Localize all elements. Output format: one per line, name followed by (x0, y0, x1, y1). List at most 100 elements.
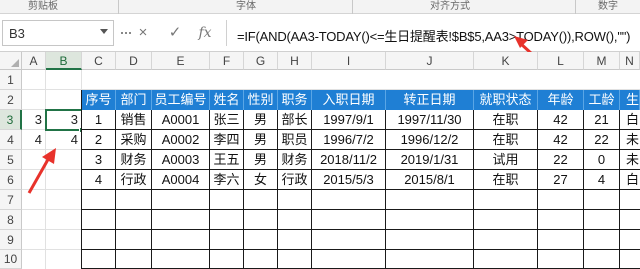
table-cell[interactable]: 1996/7/2 (312, 130, 386, 150)
table-empty-cell[interactable] (620, 210, 640, 230)
row-header-10[interactable]: 10 (0, 250, 22, 269)
table-empty-cell[interactable] (82, 210, 116, 230)
row-header-1[interactable]: 1 (0, 70, 22, 90)
fx-icon[interactable]: fx (194, 23, 216, 43)
table-empty-cell[interactable] (584, 210, 620, 230)
table-cell[interactable]: 白 (620, 110, 640, 130)
table-cell[interactable]: 1996/12/2 (386, 130, 474, 150)
formula-input[interactable]: =IF(AND(AA3-TODAY()<=生日提醒表!$B$5,AA3>TODA… (226, 20, 640, 46)
table-cell[interactable]: 职员 (278, 130, 312, 150)
table-header-cell[interactable]: 职务 (278, 90, 312, 110)
table-empty-cell[interactable] (620, 190, 640, 210)
table-header-cell[interactable]: 姓名 (210, 90, 244, 110)
table-empty-cell[interactable] (584, 250, 620, 269)
table-header-cell[interactable]: 性别 (244, 90, 278, 110)
cell-b3[interactable]: 3 (46, 110, 81, 130)
table-cell[interactable]: 在职 (474, 110, 538, 130)
table-header-cell[interactable]: 就职状态 (474, 90, 538, 110)
name-box-dropdown-icon[interactable] (100, 29, 108, 34)
table-cell[interactable]: 在职 (474, 130, 538, 150)
column-header-b[interactable]: B (46, 52, 82, 70)
column-header-m[interactable]: M (584, 52, 620, 70)
column-header-h[interactable]: H (278, 52, 312, 70)
column-header-j[interactable]: J (386, 52, 474, 70)
spreadsheet-grid[interactable]: A B C D E F G H I J K L M N 1 2 3 4 5 6 … (0, 52, 640, 269)
table-cell[interactable]: 未 (620, 130, 640, 150)
table-cell[interactable]: 行政 (278, 170, 312, 190)
table-empty-cell[interactable] (278, 250, 312, 269)
table-empty-cell[interactable] (312, 190, 386, 210)
column-header-n[interactable]: N (620, 52, 640, 70)
table-header-cell[interactable]: 生 (620, 90, 640, 110)
table-cell[interactable]: 女 (244, 170, 278, 190)
table-empty-cell[interactable] (82, 250, 116, 269)
column-header-c[interactable]: C (82, 52, 116, 70)
table-cell[interactable]: 张三 (210, 110, 244, 130)
table-cell[interactable]: 男 (244, 150, 278, 170)
column-header-f[interactable]: F (210, 52, 244, 70)
table-empty-cell[interactable] (584, 230, 620, 250)
column-header-g[interactable]: G (244, 52, 278, 70)
row-header-5[interactable]: 5 (0, 150, 22, 170)
table-empty-cell[interactable] (278, 210, 312, 230)
table-cell[interactable]: 2015/8/1 (386, 170, 474, 190)
table-cell[interactable]: 李六 (210, 170, 244, 190)
table-cell[interactable]: 0 (584, 150, 620, 170)
table-cell[interactable]: 男 (244, 110, 278, 130)
table-empty-cell[interactable] (474, 250, 538, 269)
enter-icon[interactable]: ✓ (164, 23, 186, 43)
table-header-cell[interactable]: 序号 (82, 90, 116, 110)
table-empty-cell[interactable] (82, 230, 116, 250)
column-header-a[interactable]: A (22, 52, 46, 70)
table-empty-cell[interactable] (312, 230, 386, 250)
row-header-4[interactable]: 4 (0, 130, 22, 150)
table-cell[interactable]: A0003 (152, 150, 210, 170)
column-header-l[interactable]: L (538, 52, 584, 70)
table-cell[interactable]: 销售 (116, 110, 152, 130)
table-empty-cell[interactable] (152, 210, 210, 230)
row-header-7[interactable]: 7 (0, 190, 22, 210)
table-header-cell[interactable]: 入职日期 (312, 90, 386, 110)
table-cell[interactable]: 42 (538, 130, 584, 150)
cancel-icon[interactable]: × (132, 23, 154, 43)
table-empty-cell[interactable] (244, 210, 278, 230)
table-cell[interactable]: 42 (538, 110, 584, 130)
column-header-k[interactable]: K (474, 52, 538, 70)
table-cell[interactable]: 2 (82, 130, 116, 150)
table-cell[interactable]: 1 (82, 110, 116, 130)
table-cell[interactable]: 未 (620, 150, 640, 170)
table-cell[interactable]: 4 (584, 170, 620, 190)
table-empty-cell[interactable] (278, 230, 312, 250)
table-cell[interactable]: 22 (584, 130, 620, 150)
table-empty-cell[interactable] (116, 190, 152, 210)
table-empty-cell[interactable] (474, 230, 538, 250)
table-empty-cell[interactable] (312, 210, 386, 230)
table-cell[interactable]: 在职 (474, 170, 538, 190)
table-empty-cell[interactable] (210, 190, 244, 210)
table-empty-cell[interactable] (244, 250, 278, 269)
table-empty-cell[interactable] (210, 210, 244, 230)
table-empty-cell[interactable] (538, 250, 584, 269)
column-header-d[interactable]: D (116, 52, 152, 70)
table-cell[interactable]: A0002 (152, 130, 210, 150)
column-header-e[interactable]: E (152, 52, 210, 70)
table-empty-cell[interactable] (116, 210, 152, 230)
row-header-8[interactable]: 8 (0, 210, 22, 230)
table-cell[interactable]: 22 (538, 150, 584, 170)
table-header-cell[interactable]: 转正日期 (386, 90, 474, 110)
table-cell[interactable]: 财务 (116, 150, 152, 170)
table-cell[interactable]: 3 (82, 150, 116, 170)
table-empty-cell[interactable] (538, 210, 584, 230)
table-empty-cell[interactable] (210, 230, 244, 250)
table-cell[interactable]: 4 (82, 170, 116, 190)
table-empty-cell[interactable] (386, 230, 474, 250)
table-cell[interactable]: 行政 (116, 170, 152, 190)
column-header-i[interactable]: I (312, 52, 386, 70)
table-cell[interactable]: 1997/9/1 (312, 110, 386, 130)
table-cell[interactable]: 采购 (116, 130, 152, 150)
table-cell[interactable]: A0004 (152, 170, 210, 190)
table-empty-cell[interactable] (116, 250, 152, 269)
table-header-cell[interactable]: 部门 (116, 90, 152, 110)
table-empty-cell[interactable] (386, 190, 474, 210)
table-empty-cell[interactable] (386, 250, 474, 269)
